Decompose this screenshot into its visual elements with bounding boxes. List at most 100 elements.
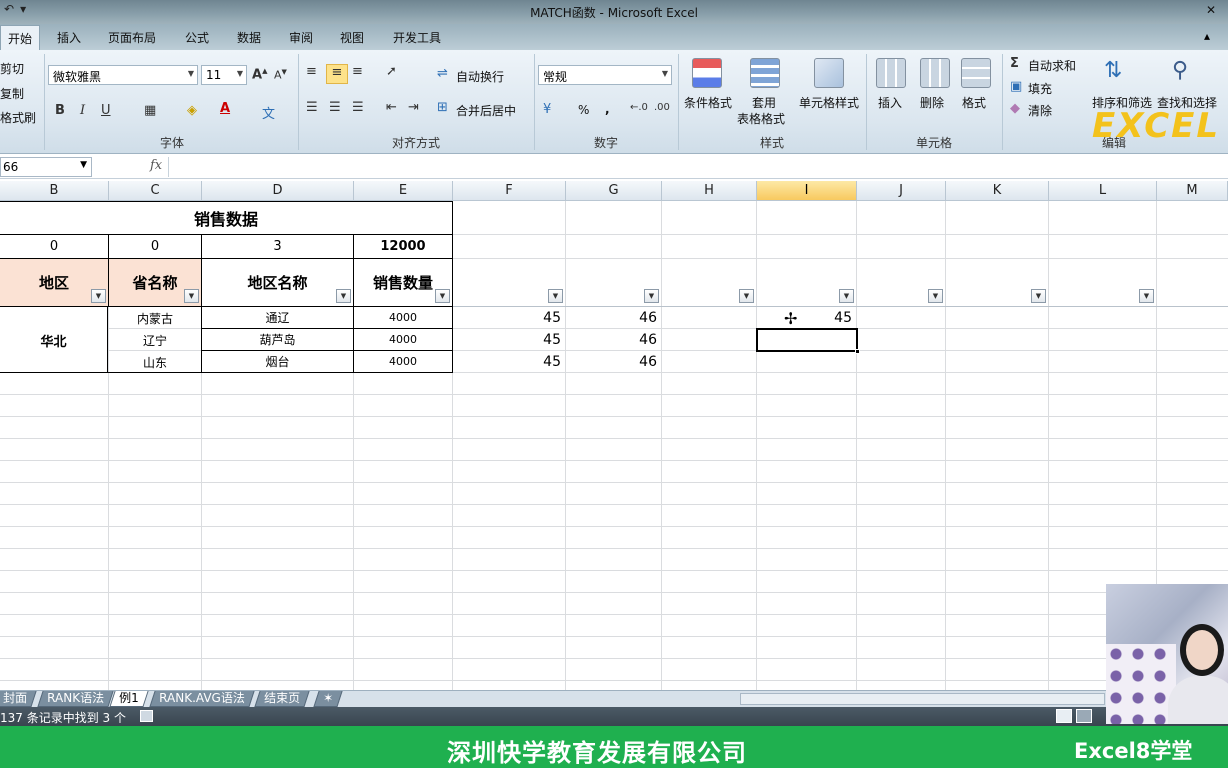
align-middle-icon[interactable]: ≡ bbox=[326, 64, 348, 84]
normal-view-icon[interactable] bbox=[1056, 709, 1072, 723]
italic-icon[interactable]: I bbox=[80, 103, 85, 118]
cut-button[interactable]: 剪切 bbox=[0, 60, 24, 77]
format-cells-button[interactable]: 格式 bbox=[962, 94, 986, 111]
wrap-text-button[interactable]: 自动换行 bbox=[456, 68, 504, 85]
column-header-e[interactable]: E bbox=[354, 181, 453, 201]
clear-button[interactable]: 清除 bbox=[1028, 102, 1052, 119]
area-cell[interactable]: 烟台 bbox=[201, 350, 354, 373]
align-right-icon[interactable]: ☰ bbox=[352, 100, 364, 115]
fill-color-icon[interactable]: ◈ bbox=[187, 103, 197, 118]
filter-dropdown-icon[interactable]: ▼ bbox=[928, 289, 943, 303]
horizontal-scrollbar[interactable] bbox=[740, 693, 1105, 705]
filter-active-icon[interactable]: ▼ bbox=[548, 289, 563, 303]
align-top-icon[interactable]: ≡ bbox=[306, 64, 317, 79]
tab-review[interactable]: 审阅 bbox=[289, 29, 313, 46]
autosum-button[interactable]: 自动求和 bbox=[1028, 57, 1076, 74]
column-header-k[interactable]: K bbox=[946, 181, 1049, 201]
currency-icon[interactable]: ¥ bbox=[543, 102, 551, 117]
filter-dropdown-icon[interactable]: ▼ bbox=[839, 289, 854, 303]
close-icon[interactable]: ✕ bbox=[1198, 2, 1224, 18]
sheet-tab[interactable]: 结束页 bbox=[254, 691, 310, 707]
area-cell[interactable]: 通辽 bbox=[201, 306, 354, 329]
page-layout-view-icon[interactable] bbox=[1076, 709, 1092, 723]
sheet-tab[interactable]: 封面 bbox=[0, 691, 37, 707]
column-header-l[interactable]: L bbox=[1049, 181, 1157, 201]
filter-dropdown-icon[interactable]: ▼ bbox=[435, 289, 450, 303]
worksheet-grid[interactable]: 销售数据 0 0 3 12000 地区 省名称 地区名称 销售数量 ▼ ▼ ▼ … bbox=[0, 201, 1228, 690]
tab-view[interactable]: 视图 bbox=[340, 29, 364, 46]
insert-cells-button[interactable]: 插入 bbox=[878, 94, 902, 111]
column-header-c[interactable]: C bbox=[109, 181, 202, 201]
copy-button[interactable]: 复制 bbox=[0, 85, 24, 102]
match-result-cell[interactable]: 45 bbox=[757, 307, 856, 329]
sheet-tab[interactable]: RANK语法 bbox=[37, 691, 114, 707]
grow-font-icon[interactable]: A▲ bbox=[252, 67, 267, 82]
province-cell[interactable]: 内蒙古 bbox=[109, 307, 201, 329]
cell-styles-button[interactable]: 单元格样式 bbox=[799, 94, 859, 111]
value-cell[interactable]: 46 bbox=[566, 307, 661, 329]
ribbon-minimize-icon[interactable]: ▴ bbox=[1204, 29, 1210, 43]
tab-developer[interactable]: 开发工具 bbox=[393, 29, 441, 46]
column-header-g[interactable]: G bbox=[566, 181, 662, 201]
count-cell[interactable]: 0 bbox=[0, 234, 109, 259]
merge-center-button[interactable]: 合并后居中 bbox=[456, 102, 516, 119]
shrink-font-icon[interactable]: A▼ bbox=[274, 68, 287, 82]
align-bottom-icon[interactable]: ≡ bbox=[352, 64, 363, 79]
filter-dropdown-icon[interactable]: ▼ bbox=[1139, 289, 1154, 303]
name-box[interactable]: 66 ▼ bbox=[0, 157, 92, 177]
column-header-j[interactable]: J bbox=[857, 181, 946, 201]
decrease-indent-icon[interactable]: ⇤ bbox=[386, 100, 397, 115]
macro-record-icon[interactable] bbox=[140, 710, 153, 722]
delete-cells-button[interactable]: 删除 bbox=[920, 94, 944, 111]
count-cell[interactable]: 0 bbox=[108, 234, 202, 259]
column-header-f[interactable]: F bbox=[453, 181, 566, 201]
column-header-h[interactable]: H bbox=[662, 181, 757, 201]
value-cell[interactable]: 45 bbox=[453, 351, 565, 373]
column-header-b[interactable]: B bbox=[0, 181, 109, 201]
underline-icon[interactable]: U bbox=[101, 103, 111, 118]
decrease-decimal-icon[interactable]: .00 bbox=[654, 102, 670, 113]
count-cell[interactable]: 3 bbox=[201, 234, 354, 259]
border-icon[interactable]: ▦ bbox=[144, 103, 156, 118]
value-cell[interactable]: 45 bbox=[453, 329, 565, 351]
qty-cell[interactable]: 4000 bbox=[353, 328, 453, 351]
province-cell[interactable]: 山东 bbox=[109, 351, 201, 373]
percent-button[interactable]: % bbox=[578, 103, 589, 117]
tab-data[interactable]: 数据 bbox=[237, 29, 261, 46]
tab-page-layout[interactable]: 页面布局 bbox=[108, 29, 156, 46]
font-color-icon[interactable]: A bbox=[220, 101, 230, 116]
tab-formulas[interactable]: 公式 bbox=[185, 29, 209, 46]
font-name-combo[interactable]: 微软雅黑 ▼ bbox=[48, 65, 198, 85]
comma-button[interactable]: , bbox=[605, 102, 610, 116]
column-header-i[interactable]: I bbox=[757, 181, 857, 201]
sheet-tab-active[interactable]: 例1 bbox=[109, 691, 149, 707]
filter-dropdown-icon[interactable]: ▼ bbox=[91, 289, 106, 303]
total-cell[interactable]: 12000 bbox=[353, 234, 453, 259]
column-header-m[interactable]: M bbox=[1157, 181, 1228, 201]
format-as-table-button[interactable]: 套用 bbox=[752, 94, 776, 111]
value-cell[interactable]: 45 bbox=[453, 307, 565, 329]
qty-cell[interactable]: 4000 bbox=[353, 306, 453, 329]
format-painter-button[interactable]: 格式刷 bbox=[0, 109, 36, 126]
header-area-name[interactable]: 地区名称 bbox=[201, 258, 354, 307]
qty-cell[interactable]: 4000 bbox=[353, 350, 453, 373]
bold-icon[interactable]: B bbox=[55, 103, 65, 118]
number-format-combo[interactable]: 常规 ▼ bbox=[538, 65, 672, 85]
active-cell[interactable] bbox=[756, 328, 860, 354]
sheet-title-cell[interactable]: 销售数据 bbox=[0, 201, 453, 235]
align-center-icon[interactable]: ☰ bbox=[329, 100, 341, 115]
conditional-format-button[interactable]: 条件格式 bbox=[684, 94, 732, 111]
fill-handle[interactable] bbox=[855, 349, 860, 354]
filter-dropdown-icon[interactable]: ▼ bbox=[644, 289, 659, 303]
column-header-d[interactable]: D bbox=[202, 181, 354, 201]
new-sheet-icon[interactable]: ✶ bbox=[313, 691, 343, 707]
value-cell[interactable]: 46 bbox=[566, 351, 661, 373]
filter-dropdown-icon[interactable]: ▼ bbox=[739, 289, 754, 303]
tab-insert[interactable]: 插入 bbox=[57, 29, 81, 46]
insert-function-button[interactable]: fx bbox=[150, 158, 162, 173]
value-cell[interactable]: 46 bbox=[566, 329, 661, 351]
tab-home[interactable]: 开始 bbox=[0, 25, 40, 50]
filter-dropdown-icon[interactable]: ▼ bbox=[336, 289, 351, 303]
increase-indent-icon[interactable]: ⇥ bbox=[408, 100, 419, 115]
orientation-icon[interactable]: ➚ bbox=[386, 64, 397, 79]
